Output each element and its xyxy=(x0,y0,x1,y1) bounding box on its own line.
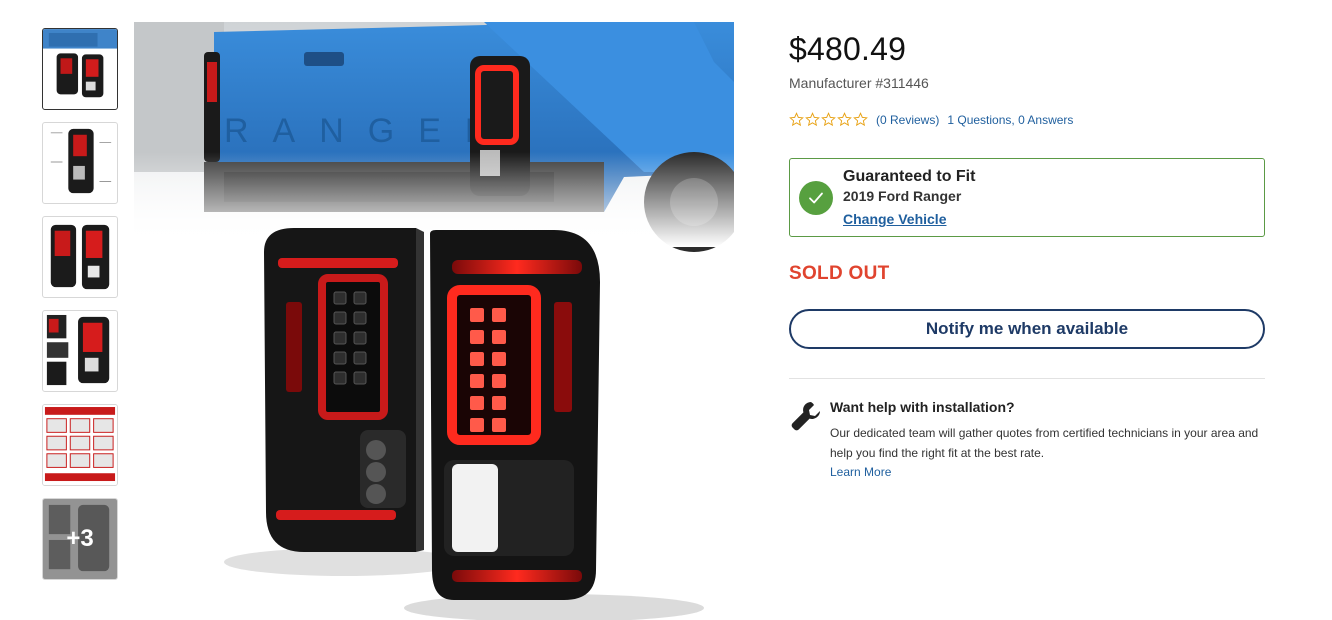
thumb-lamp-dimensions[interactable] xyxy=(42,122,118,204)
divider xyxy=(789,378,1265,379)
learn-more-link[interactable]: Learn More xyxy=(830,465,891,479)
star-icon xyxy=(789,112,804,127)
star-icon xyxy=(821,112,836,127)
change-vehicle-link[interactable]: Change Vehicle xyxy=(843,211,946,227)
star-rating[interactable] xyxy=(789,112,868,127)
fitment-vehicle: 2019 Ford Ranger xyxy=(843,188,962,204)
installation-title: Want help with installation? xyxy=(830,399,1015,415)
questions-answers-link[interactable]: 1 Questions, 0 Answers xyxy=(947,113,1073,127)
notify-me-button[interactable]: Notify me when available xyxy=(789,309,1265,349)
star-icon xyxy=(837,112,852,127)
check-icon xyxy=(799,181,833,215)
thumb-rear-view[interactable] xyxy=(42,28,118,110)
thumb-lamp-parts[interactable] xyxy=(42,310,118,392)
thumb-instructions-image xyxy=(43,405,117,485)
stock-status: SOLD OUT xyxy=(789,263,890,284)
rating-row: (0 Reviews) 1 Questions, 0 Answers xyxy=(789,112,1073,127)
tail-light-product-photo: RANGER xyxy=(134,22,734,620)
thumb-lamp-pair[interactable] xyxy=(42,216,118,298)
more-images-count: +3 xyxy=(43,499,117,579)
thumb-lamp-dimensions-image xyxy=(50,128,112,194)
star-icon xyxy=(805,112,820,127)
fitment-title: Guaranteed to Fit xyxy=(843,168,976,185)
installation-description: Our dedicated team will gather quotes fr… xyxy=(830,426,1259,460)
star-icon xyxy=(853,112,868,127)
main-product-image[interactable]: RANGER xyxy=(134,22,734,620)
thumb-instructions[interactable] xyxy=(42,404,118,486)
manufacturer-number: Manufacturer #311446 xyxy=(789,75,929,91)
thumb-lamp-parts-image xyxy=(46,314,110,386)
thumb-lamp-pair-image xyxy=(50,224,110,290)
thumb-rear-view-image xyxy=(43,29,117,98)
fitment-box: Guaranteed to Fit 2019 Ford Ranger Chang… xyxy=(789,158,1265,237)
reviews-link[interactable]: (0 Reviews) xyxy=(876,113,939,127)
thumb-more[interactable]: +3 xyxy=(42,498,118,580)
wrench-icon xyxy=(791,402,820,431)
product-price: $480.49 xyxy=(789,31,907,67)
